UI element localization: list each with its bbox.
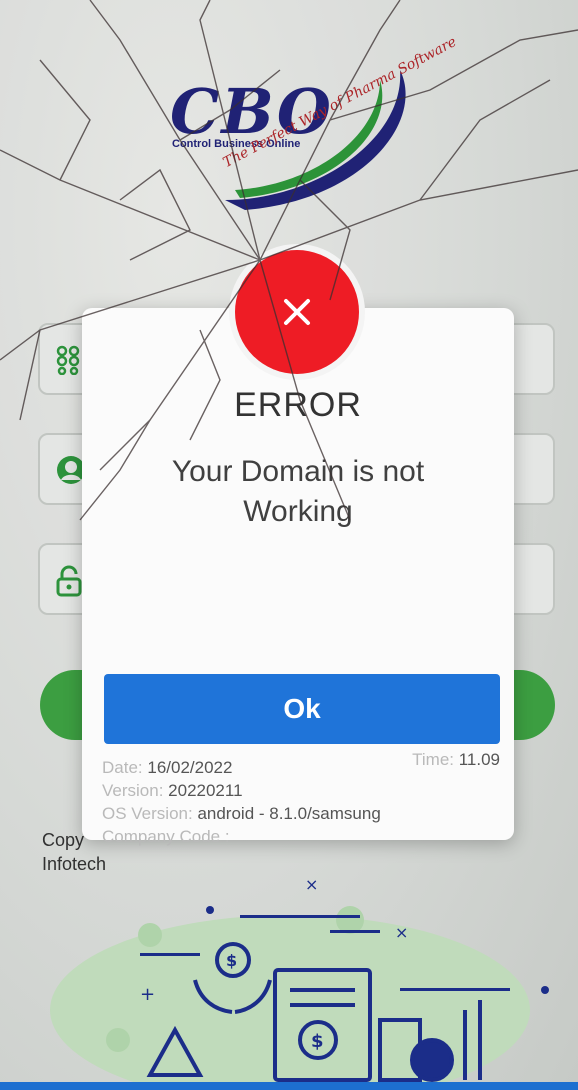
dialog-title: ERROR [234, 386, 362, 424]
ok-button[interactable]: Ok [104, 674, 500, 744]
company-row: Company Code : [102, 825, 381, 848]
close-icon [284, 299, 310, 325]
device-info: Date: 16/02/2022 Version: 20220211 OS Ve… [102, 756, 381, 848]
os-label: OS Version: [102, 804, 198, 823]
error-badge [235, 250, 359, 374]
date-row: Date: 16/02/2022 [102, 756, 381, 779]
version-value: 20220211 [168, 781, 243, 800]
date-label: Date: [102, 758, 148, 777]
version-row: Version: 20220211 [102, 779, 381, 802]
time-label: Time: [412, 750, 459, 769]
version-label: Version: [102, 781, 169, 800]
time-row: Time: 11.09 [412, 750, 500, 770]
time-value: 11.09 [458, 750, 500, 769]
os-row: OS Version: android - 8.1.0/samsung [102, 802, 381, 825]
dialog-message: Your Domain is not Working [171, 455, 425, 528]
os-value: android - 8.1.0/samsung [197, 804, 381, 823]
date-value: 16/02/2022 [147, 758, 233, 777]
app-screen: CBO Control Business Online The Perfect … [0, 0, 578, 1090]
company-label: Company Code : [102, 827, 230, 846]
